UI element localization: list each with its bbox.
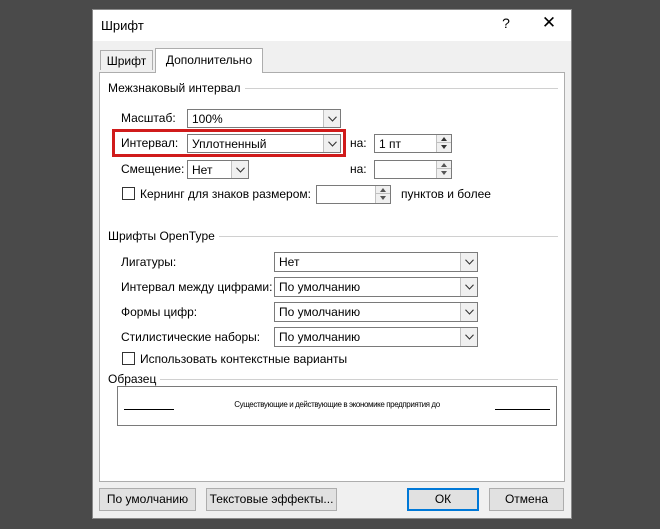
offset-value: Нет xyxy=(192,163,213,177)
digit-spacing-label: Интервал между цифрами: xyxy=(121,280,273,294)
dialog-title: Шрифт xyxy=(101,18,144,33)
contextual-label: Использовать контекстные варианты xyxy=(140,352,348,366)
spin-down-icon[interactable] xyxy=(376,194,390,202)
chevron-down-icon xyxy=(460,303,477,321)
kerning-spinner[interactable] xyxy=(316,185,391,204)
spin-up-icon[interactable] xyxy=(376,186,390,194)
font-dialog: Шрифт ? ✕ Шрифт Дополнительно Межзнаковы… xyxy=(92,9,572,519)
spin-up-icon[interactable] xyxy=(437,135,451,143)
text-effects-button[interactable]: Текстовые эффекты... xyxy=(206,488,337,511)
spinner-buttons xyxy=(436,161,451,178)
chevron-down-icon xyxy=(460,253,477,271)
interval-label: Интервал: xyxy=(121,136,179,150)
spacing-group-label: Межзнаковый интервал xyxy=(108,81,245,95)
preview-baseline-left xyxy=(124,409,174,410)
sample-group-label: Образец xyxy=(108,372,161,386)
chevron-down-icon xyxy=(460,278,477,296)
offset-select[interactable]: Нет xyxy=(187,160,249,179)
sample-preview: Существующие и действующие в экономике п… xyxy=(117,386,557,426)
interval-by-spinner[interactable]: 1 пт xyxy=(374,134,452,153)
preview-baseline-right xyxy=(495,409,550,410)
sample-group-line xyxy=(108,379,558,380)
stylistic-value: По умолчанию xyxy=(279,330,361,344)
spin-up-icon[interactable] xyxy=(437,161,451,169)
interval-value: Уплотненный xyxy=(192,137,267,151)
digit-forms-label: Формы цифр: xyxy=(121,305,198,319)
sample-text: Существующие и действующие в экономике п… xyxy=(234,400,440,409)
offset-label: Смещение: xyxy=(121,162,185,176)
scale-value: 100% xyxy=(192,112,223,126)
chevron-down-icon xyxy=(231,161,248,178)
ligatures-value: Нет xyxy=(279,255,300,269)
stylistic-label: Стилистические наборы: xyxy=(121,330,261,344)
scale-select[interactable]: 100% xyxy=(187,109,341,128)
title-bar: Шрифт ? ✕ xyxy=(93,10,571,41)
tab-font[interactable]: Шрифт xyxy=(100,50,153,70)
tab-advanced[interactable]: Дополнительно xyxy=(155,48,263,73)
interval-by-value: 1 пт xyxy=(379,137,402,151)
stylistic-select[interactable]: По умолчанию xyxy=(274,327,478,347)
help-button[interactable]: ? xyxy=(497,15,515,31)
chevron-down-icon xyxy=(323,110,340,127)
ligatures-label: Лигатуры: xyxy=(121,255,177,269)
spinner-buttons xyxy=(436,135,451,152)
kerning-label: Кернинг для знаков размером: xyxy=(140,187,311,201)
chevron-down-icon xyxy=(323,135,340,152)
digit-spacing-select[interactable]: По умолчанию xyxy=(274,277,478,297)
cancel-button[interactable]: Отмена xyxy=(489,488,564,511)
spin-down-icon[interactable] xyxy=(437,143,451,151)
kerning-suffix: пунктов и более xyxy=(401,187,491,201)
ligatures-select[interactable]: Нет xyxy=(274,252,478,272)
chevron-down-icon xyxy=(460,328,477,346)
offset-by-label: на: xyxy=(350,162,367,176)
advanced-panel: Межзнаковый интервал Масштаб: 100% Интер… xyxy=(99,72,565,482)
close-button[interactable]: ✕ xyxy=(537,13,561,33)
contextual-checkbox[interactable] xyxy=(122,352,135,365)
set-default-button[interactable]: По умолчанию xyxy=(99,488,196,511)
interval-select[interactable]: Уплотненный xyxy=(187,134,341,153)
digit-spacing-value: По умолчанию xyxy=(279,280,361,294)
interval-by-label: на: xyxy=(350,136,367,150)
ok-button[interactable]: ОК xyxy=(407,488,479,511)
kerning-checkbox[interactable] xyxy=(122,187,135,200)
spinner-buttons xyxy=(375,186,390,203)
digit-forms-select[interactable]: По умолчанию xyxy=(274,302,478,322)
digit-forms-value: По умолчанию xyxy=(279,305,361,319)
opentype-group-label: Шрифты OpenType xyxy=(108,229,219,243)
spin-down-icon[interactable] xyxy=(437,169,451,177)
offset-by-spinner[interactable] xyxy=(374,160,452,179)
scale-label: Масштаб: xyxy=(121,111,176,125)
tab-strip: Шрифт Дополнительно xyxy=(93,48,571,73)
